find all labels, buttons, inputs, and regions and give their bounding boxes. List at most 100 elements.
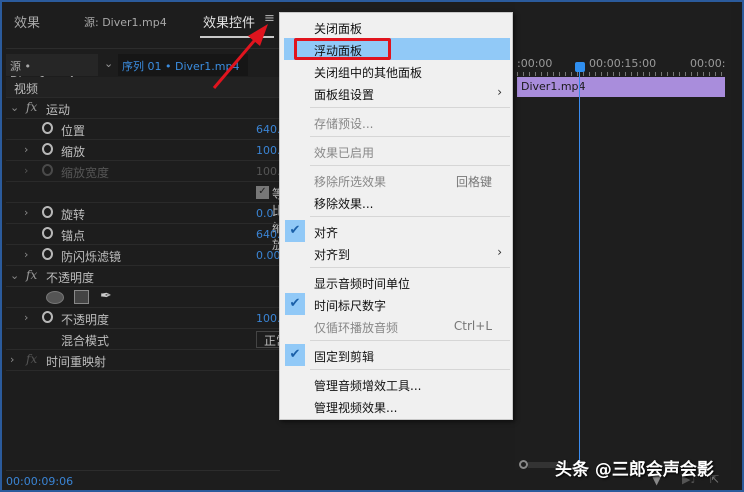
property-label: 缩放宽度: [61, 166, 110, 180]
effect-label: 不透明度: [46, 271, 95, 285]
effect-time-remap[interactable]: › fx 时间重映射: [6, 350, 280, 371]
menu-item-label: 移除效果...: [314, 197, 374, 211]
menu-item[interactable]: ✔ 固定到剪辑: [280, 344, 512, 366]
chevron-right-icon: ›: [24, 164, 29, 177]
chevron-right-icon[interactable]: ›: [24, 311, 28, 324]
stopwatch-icon[interactable]: [42, 311, 53, 323]
menu-item[interactable]: 管理视频效果...: [280, 395, 512, 417]
chevron-down-icon[interactable]: ⌄: [10, 101, 19, 114]
ruler-ticks: [517, 72, 725, 76]
chevron-right-icon[interactable]: ›: [24, 143, 28, 156]
property-value[interactable]: 640.0: [256, 228, 280, 241]
playhead-line[interactable]: [579, 68, 580, 468]
timeline-clip[interactable]: Diver1.mp4: [517, 77, 725, 97]
playhead-handle[interactable]: [575, 62, 585, 72]
menu-item-label: 管理音频增效工具...: [314, 379, 422, 393]
menu-item-label: 关闭面板: [314, 22, 363, 36]
menu-separator: [310, 165, 510, 166]
source-clip-label: 源 • Diver1.mp4: [6, 54, 98, 87]
menu-separator: [310, 107, 510, 108]
mask-tools: ✒: [6, 287, 280, 308]
watermark: 头条 @三郎会声会影: [555, 460, 714, 480]
property-position: 位置 640.0: [6, 119, 280, 140]
blend-mode-select[interactable]: 正常: [256, 331, 280, 348]
property-scale: › 缩放 100.0: [6, 140, 280, 161]
property-uniform-scale: ✓ 等比缩放: [6, 182, 280, 252]
menu-item[interactable]: 管理音频增效工具...: [280, 373, 512, 395]
menu-separator: [310, 340, 510, 341]
stopwatch-icon[interactable]: [42, 122, 53, 134]
menu-item: 存储预设...: [280, 111, 512, 133]
menu-item-label: 对齐到: [314, 248, 351, 262]
menu-item: 效果已启用: [280, 140, 512, 162]
menu-item[interactable]: 移除效果...: [280, 191, 512, 213]
panel-context-menu: 关闭面板 浮动面板 关闭组中的其他面板 面板组设置 › 存储预设... 效果已启用 移除所选效…: [279, 12, 513, 420]
uniform-scale-checkbox[interactable]: ✓: [256, 186, 269, 199]
zoom-scroll-handle[interactable]: [519, 460, 528, 469]
ellipse-mask-icon[interactable]: [46, 291, 64, 304]
menu-item: 移除所选效果 回格键: [280, 169, 512, 191]
menu-item-label: 移除所选效果: [314, 175, 387, 189]
chevron-right-icon[interactable]: ›: [24, 206, 28, 219]
menu-item[interactable]: 显示音频时间单位: [280, 271, 512, 293]
fx-icon[interactable]: fx: [26, 100, 37, 114]
property-label: 不透明度: [61, 313, 110, 327]
chevron-right-icon[interactable]: ›: [24, 248, 28, 261]
time-ruler[interactable]: :00:00 00:00:15:00 00:00:: [517, 57, 725, 70]
fx-icon[interactable]: fx: [26, 352, 37, 366]
submenu-arrow-icon: ›: [497, 245, 502, 259]
menu-separator: [310, 216, 510, 217]
menu-item-label: 效果已启用: [314, 146, 375, 160]
video-label: 视频: [14, 82, 39, 96]
current-timecode[interactable]: 00:00:09:06: [6, 475, 73, 488]
stopwatch-icon[interactable]: [42, 206, 53, 218]
menu-item-label: 显示音频时间单位: [314, 277, 411, 291]
chevron-right-icon[interactable]: ›: [10, 353, 14, 366]
pen-mask-icon[interactable]: ✒: [100, 288, 112, 304]
menu-item-label: 存储预设...: [314, 117, 374, 131]
property-value[interactable]: 0.00: [256, 249, 280, 262]
menu-separator: [310, 267, 510, 268]
property-label: 位置: [61, 124, 86, 138]
stopwatch-icon[interactable]: [42, 143, 53, 155]
stopwatch-icon[interactable]: [42, 227, 53, 239]
property-value[interactable]: 640.0: [256, 123, 280, 136]
menu-item[interactable]: 关闭面板: [280, 16, 512, 38]
menu-item-label: 仅循环播放音频: [314, 321, 399, 335]
menu-item-label: 关闭组中的其他面板: [314, 66, 423, 80]
property-value[interactable]: 100.0: [256, 144, 280, 157]
timeline-panel: [515, 0, 731, 470]
menu-item-label: 固定到剪辑: [314, 350, 375, 364]
menu-item[interactable]: 面板组设置 ›: [280, 82, 512, 104]
property-value[interactable]: 100.0: [256, 312, 280, 325]
menu-separator: [310, 136, 510, 137]
tab-effects[interactable]: 效果: [14, 12, 40, 31]
stopwatch-icon: [42, 164, 53, 176]
effect-motion[interactable]: ⌄ fx 运动: [6, 98, 280, 119]
chevron-down-icon[interactable]: ⌄: [104, 57, 113, 70]
menu-shortcut: Ctrl+L: [453, 319, 492, 333]
menu-item[interactable]: ✔ 对齐: [280, 220, 512, 242]
menu-item-label: 管理视频效果...: [314, 401, 398, 415]
stopwatch-icon[interactable]: [42, 248, 53, 260]
menu-item[interactable]: 对齐到 ›: [280, 242, 512, 264]
property-value[interactable]: 0.0: [256, 207, 280, 220]
menu-item[interactable]: ✔ 时间标尺数字: [280, 293, 512, 315]
rectangle-mask-icon[interactable]: [74, 290, 89, 304]
menu-item[interactable]: 关闭组中的其他面板: [280, 60, 512, 82]
property-anchor: 锚点 640.0: [6, 224, 280, 245]
ruler-label: 00:00:15:00: [589, 57, 657, 70]
highlight-annotation-box: [294, 38, 391, 60]
effect-opacity[interactable]: ⌄ fx 不透明度: [6, 266, 280, 287]
chevron-down-icon[interactable]: ⌄: [10, 269, 19, 282]
fx-icon[interactable]: fx: [26, 268, 37, 282]
tab-source[interactable]: 源: Diver1.mp4: [84, 14, 167, 30]
checkmark-icon: ✔: [285, 220, 305, 242]
menu-separator: [310, 369, 510, 370]
submenu-arrow-icon: ›: [497, 85, 502, 99]
ruler-label: 00:00:: [690, 57, 726, 70]
menu-item-label: 面板组设置: [314, 88, 375, 102]
property-scale-width: › 缩放宽度 100.0: [6, 161, 280, 182]
ruler-label: :00:00: [517, 57, 553, 70]
checkmark-icon: ✔: [285, 344, 305, 366]
